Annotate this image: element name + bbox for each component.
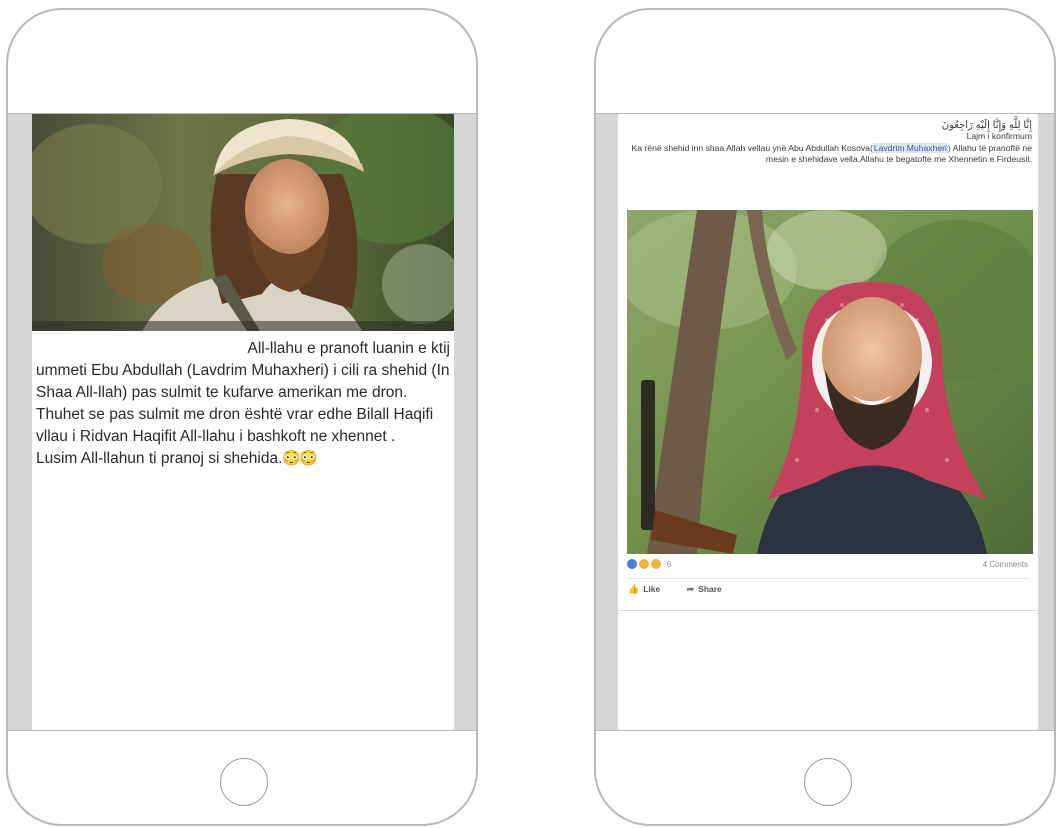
- left-post-caption: All-llahu e pranoft luanin e ktij ummeti…: [36, 338, 450, 470]
- reaction-count[interactable]: 6: [667, 560, 671, 569]
- tagged-name-link[interactable]: Lavdrim Muhaxheri: [872, 142, 948, 153]
- reaction-divider: [626, 578, 1030, 579]
- caption-line-3: Thuhet se pas sulmit me dron është vrar …: [36, 406, 434, 445]
- right-home-button[interactable]: [804, 758, 852, 806]
- post-body: Ka rënë shehid inn shaa Allah vellau ynë…: [622, 142, 1032, 166]
- flushed-emoji-icon: 😳😳: [282, 450, 317, 467]
- sad-reaction-icon: [638, 558, 651, 570]
- thumbs-up-icon: 👍: [628, 584, 640, 594]
- caption-line-4: Lusim All-llahun ti pranoj si shehida.😳😳: [36, 448, 450, 470]
- left-phone-mockup: All-llahu e pranoft luanin e ktij ummeti…: [6, 8, 478, 826]
- right-post-photo[interactable]: [627, 210, 1033, 554]
- post-bottom-border: [618, 610, 1038, 611]
- like-reaction-icon: [626, 558, 638, 570]
- like-label: Like: [643, 584, 661, 594]
- body-text-start: Ka rënë shehid inn shaa Allah vellau ynë…: [631, 142, 873, 153]
- right-phone-mockup: إِنَّا لِلَّهِ وَإِنَّا إِلَيْهِ رَاجِعُ…: [594, 8, 1056, 826]
- caption-line-1: All-llahu e pranoft luanin e ktij: [247, 340, 450, 357]
- post-text: إِنَّا لِلَّهِ وَإِنَّا إِلَيْهِ رَاجِعُ…: [622, 120, 1032, 166]
- right-phone-screen: إِنَّا لِلَّهِ وَإِنَّا إِلَيْهِ رَاجِعُ…: [596, 113, 1054, 731]
- right-post: إِنَّا لِلَّهِ وَإِنَّا إِلَيْهِ رَاجِعُ…: [618, 114, 1038, 730]
- left-home-button[interactable]: [220, 758, 268, 806]
- share-button[interactable]: ➦ Share: [687, 584, 722, 595]
- like-button[interactable]: 👍 Like: [628, 584, 660, 595]
- confirmed-news-line: Lajm i konfirmum: [966, 131, 1032, 142]
- left-post-photo[interactable]: [32, 114, 454, 331]
- comments-count[interactable]: 4 Comments: [983, 560, 1028, 569]
- left-phone-screen: All-llahu e pranoft luanin e ktij ummeti…: [8, 113, 476, 731]
- share-label: Share: [698, 584, 722, 594]
- arabic-line: إِنَّا لِلَّهِ وَإِنَّا إِلَيْهِ رَاجِعُ…: [941, 120, 1032, 131]
- caption-line-2: ummeti Ebu Abdullah (Lavdrim Muhaxheri) …: [36, 362, 450, 401]
- caption-line-4-text: Lusim All-llahun ti pranoj si shehida.: [36, 450, 283, 467]
- share-arrow-icon: ➦: [686, 584, 695, 594]
- reaction-bar: 6 4 Comments: [626, 558, 1030, 576]
- left-post: All-llahu e pranoft luanin e ktij ummeti…: [32, 114, 454, 730]
- post-actions: 👍 Like ➦ Share: [628, 584, 746, 595]
- wow-reaction-icon: [650, 558, 663, 570]
